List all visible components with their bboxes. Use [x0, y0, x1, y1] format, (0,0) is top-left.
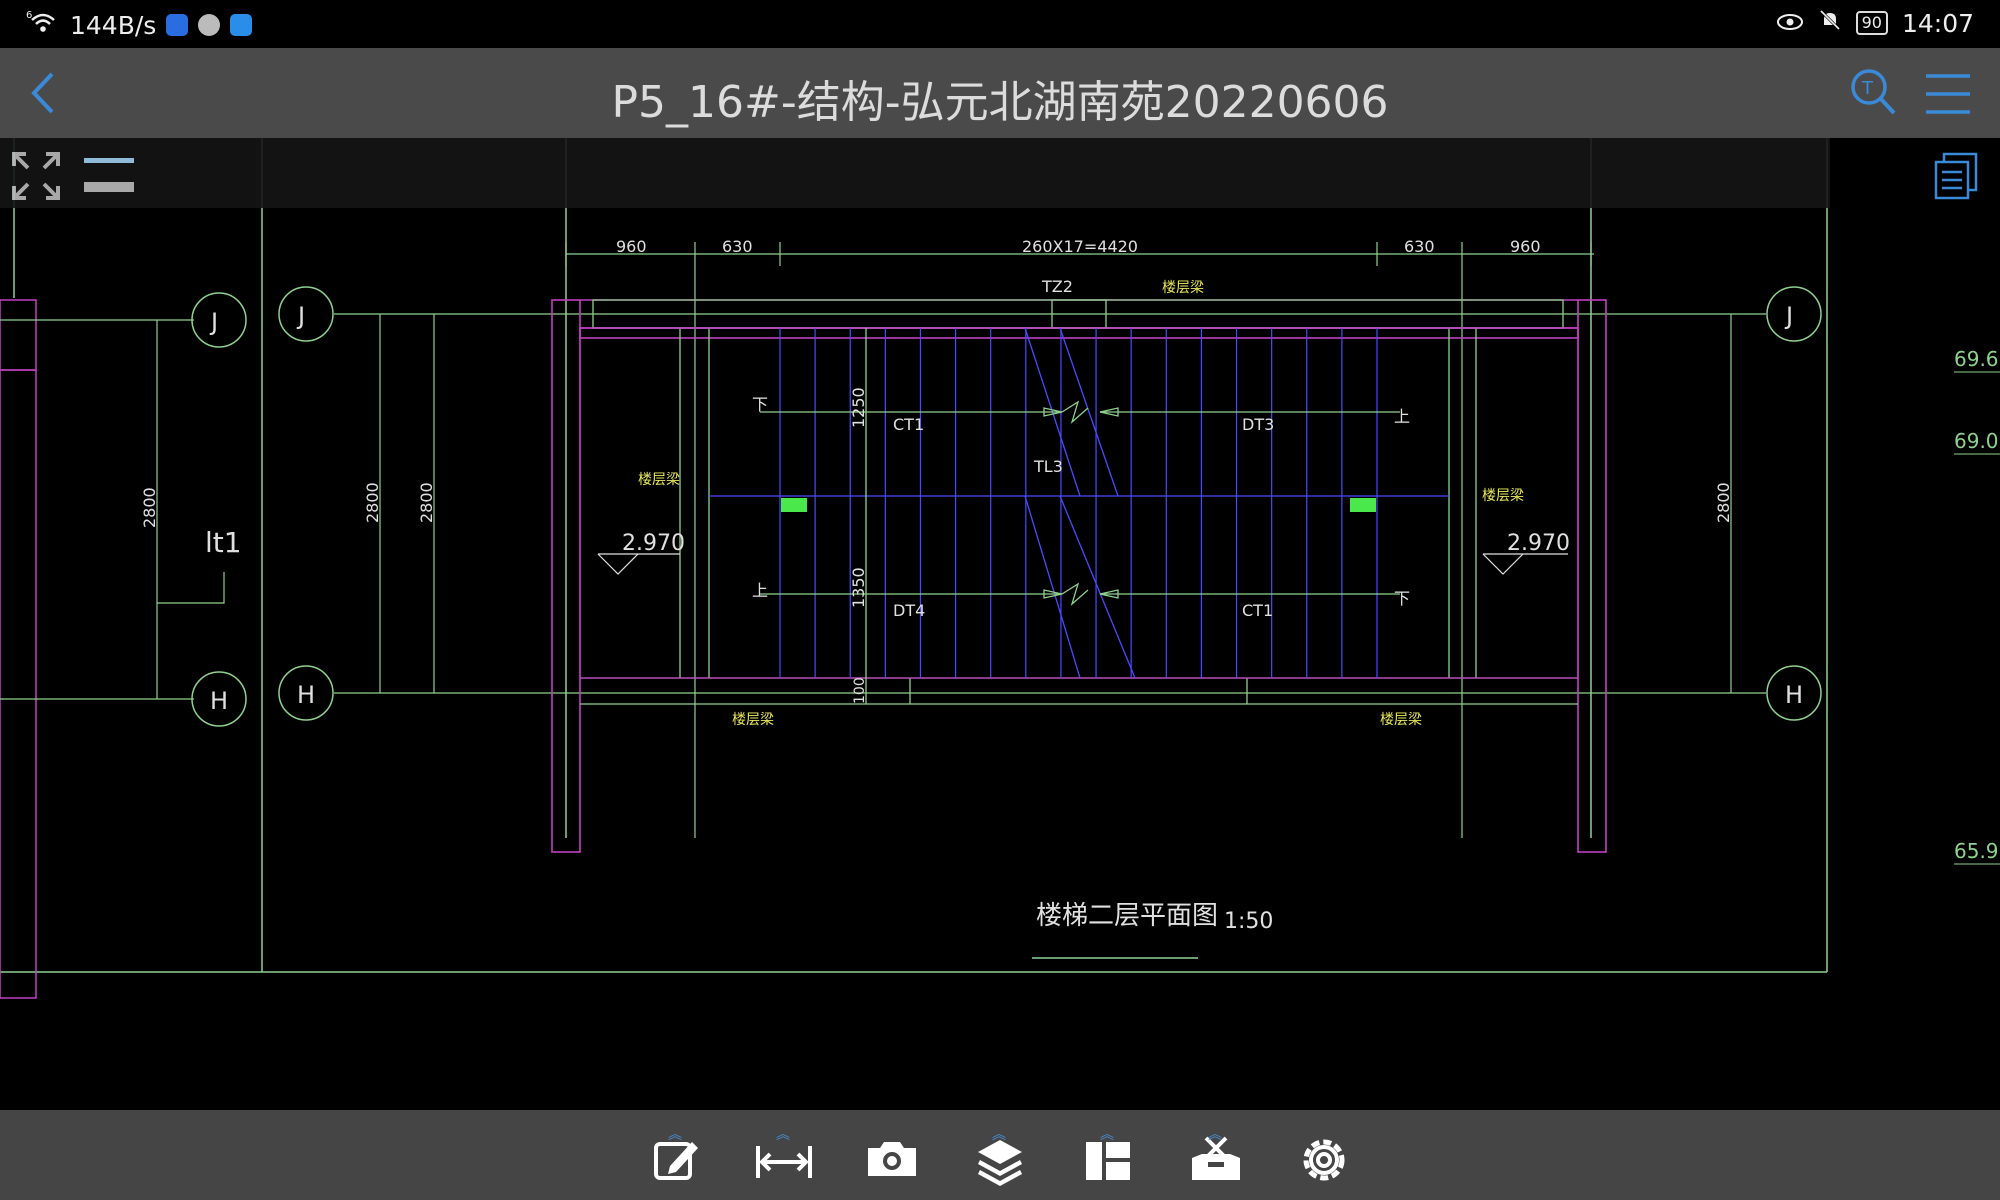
- break-lines: [1024, 327, 1136, 679]
- edit-icon[interactable]: ︽: [646, 1127, 706, 1188]
- axis-label-h: H: [297, 681, 315, 709]
- dt4-label: DT4: [893, 601, 925, 620]
- dim-text: 1350: [849, 567, 868, 608]
- edge-value: 69.0: [1954, 429, 1999, 453]
- beam-label: 楼层梁: [732, 712, 774, 728]
- chevron-up-icon: ︽: [776, 1127, 790, 1143]
- menu-button[interactable]: [1924, 72, 1972, 120]
- chevron-up-icon: ︽: [668, 1127, 682, 1143]
- settings-icon[interactable]: [1294, 1128, 1354, 1188]
- ct1-label: CT1: [893, 415, 924, 434]
- beam-label: 楼层梁: [1162, 280, 1204, 296]
- axis-label-j: J: [296, 302, 305, 330]
- dim-text: 960: [616, 237, 647, 256]
- app-search-notification-icon: [230, 14, 253, 36]
- dt3-label: DT3: [1242, 415, 1274, 434]
- ct1-label: CT1: [1242, 601, 1273, 620]
- mute-bell-icon: [1818, 8, 1842, 38]
- dim-text: 2800: [417, 482, 436, 523]
- battery-indicator: 90: [1855, 11, 1888, 35]
- cad-drawing-canvas[interactable]: 960 630 260X17=4420 630 960 J J J H H H: [0, 138, 2000, 1110]
- camera-icon[interactable]: [862, 1128, 922, 1188]
- beam-label: 楼层梁: [1380, 712, 1422, 728]
- dim-text: 630: [722, 237, 753, 256]
- dim-text: 630: [1404, 237, 1435, 256]
- tl3-label: TL3: [1033, 457, 1063, 476]
- fullscreen-toggle-icon[interactable]: [12, 152, 60, 204]
- wifi-icon: 6: [26, 8, 60, 42]
- text-search-button[interactable]: T: [1848, 66, 1898, 122]
- top-dimension-line: [565, 242, 1594, 838]
- dim-text: 260X17=4420: [1022, 237, 1138, 256]
- dim-text: 2800: [363, 482, 382, 523]
- view-toolbar: [0, 138, 1830, 208]
- elevation-label: 2.970: [1507, 531, 1570, 556]
- title-bar: P5_16#-结构-弘元北湖南苑20220606 T: [0, 48, 2000, 138]
- svg-text:T: T: [1861, 78, 1874, 99]
- axis-lines: [0, 313, 1766, 700]
- app-notification-icon: [166, 14, 189, 36]
- drawing-caption-title: 楼梯二层平面图: [1036, 901, 1218, 931]
- down-label: 下: [1394, 589, 1410, 608]
- dim-text: 100: [852, 677, 868, 704]
- up-label: 上: [752, 581, 768, 600]
- tz2-label: TZ2: [1041, 277, 1073, 296]
- status-bar: 6 144B/s 90 14:07: [0, 0, 2000, 48]
- elevation-label: 2.970: [622, 531, 685, 556]
- axis-bubble-h: [191, 665, 1822, 727]
- bottom-toolbar: ︽ ︽ ︽ ︽ ︽: [0, 1110, 2000, 1200]
- app-notification-icon: [198, 14, 221, 36]
- up-label: 上: [1394, 407, 1410, 426]
- dim-text: 2800: [1714, 482, 1733, 523]
- line-weight-icon[interactable]: [84, 156, 134, 200]
- stair-outline: [580, 299, 1578, 705]
- marker-block: [781, 498, 807, 512]
- chevron-up-icon: ︽: [992, 1127, 1006, 1143]
- page-title: P5_16#-结构-弘元北湖南苑20220606: [611, 77, 1389, 128]
- eye-icon: [1776, 9, 1804, 38]
- vertical-dimension-lines: [156, 314, 1732, 699]
- beam-label: 楼层梁: [638, 472, 680, 488]
- chevron-up-icon: ︽: [1100, 1127, 1114, 1143]
- net-speed: 144B/s: [70, 10, 157, 40]
- dim-text: 960: [1510, 237, 1541, 256]
- lt1-label: lt1: [205, 526, 242, 559]
- beam-label: 楼层梁: [1482, 488, 1524, 504]
- axis-label-j: J: [209, 308, 218, 336]
- toolbox-icon[interactable]: ︽: [1186, 1127, 1246, 1188]
- chevron-up-icon: ︽: [1208, 1127, 1222, 1143]
- left-partial-element: [0, 299, 37, 999]
- axis-label-j: J: [1784, 302, 1793, 330]
- right-edge-values: 69.6 69.0 65.9: [1954, 347, 1999, 863]
- down-label: 下: [752, 395, 768, 414]
- drawing-caption-scale: 1:50: [1224, 909, 1273, 934]
- layout-icon[interactable]: ︽: [1078, 1127, 1138, 1188]
- marker-block: [1350, 498, 1376, 512]
- sheets-list-icon[interactable]: [1932, 152, 1980, 204]
- stair-border-magenta: [579, 327, 1579, 679]
- measure-icon[interactable]: ︽: [754, 1127, 814, 1188]
- axis-label-h: H: [1785, 681, 1803, 709]
- edge-value: 69.6: [1954, 347, 1999, 371]
- clock: 14:07: [1901, 8, 1974, 38]
- axis-label-h: H: [210, 687, 228, 715]
- edge-value: 65.9: [1954, 839, 1999, 863]
- layers-icon[interactable]: ︽: [970, 1127, 1030, 1188]
- dim-text: 1250: [849, 387, 868, 428]
- elevation-symbol: [597, 553, 1568, 575]
- dim-text: 2800: [140, 487, 159, 528]
